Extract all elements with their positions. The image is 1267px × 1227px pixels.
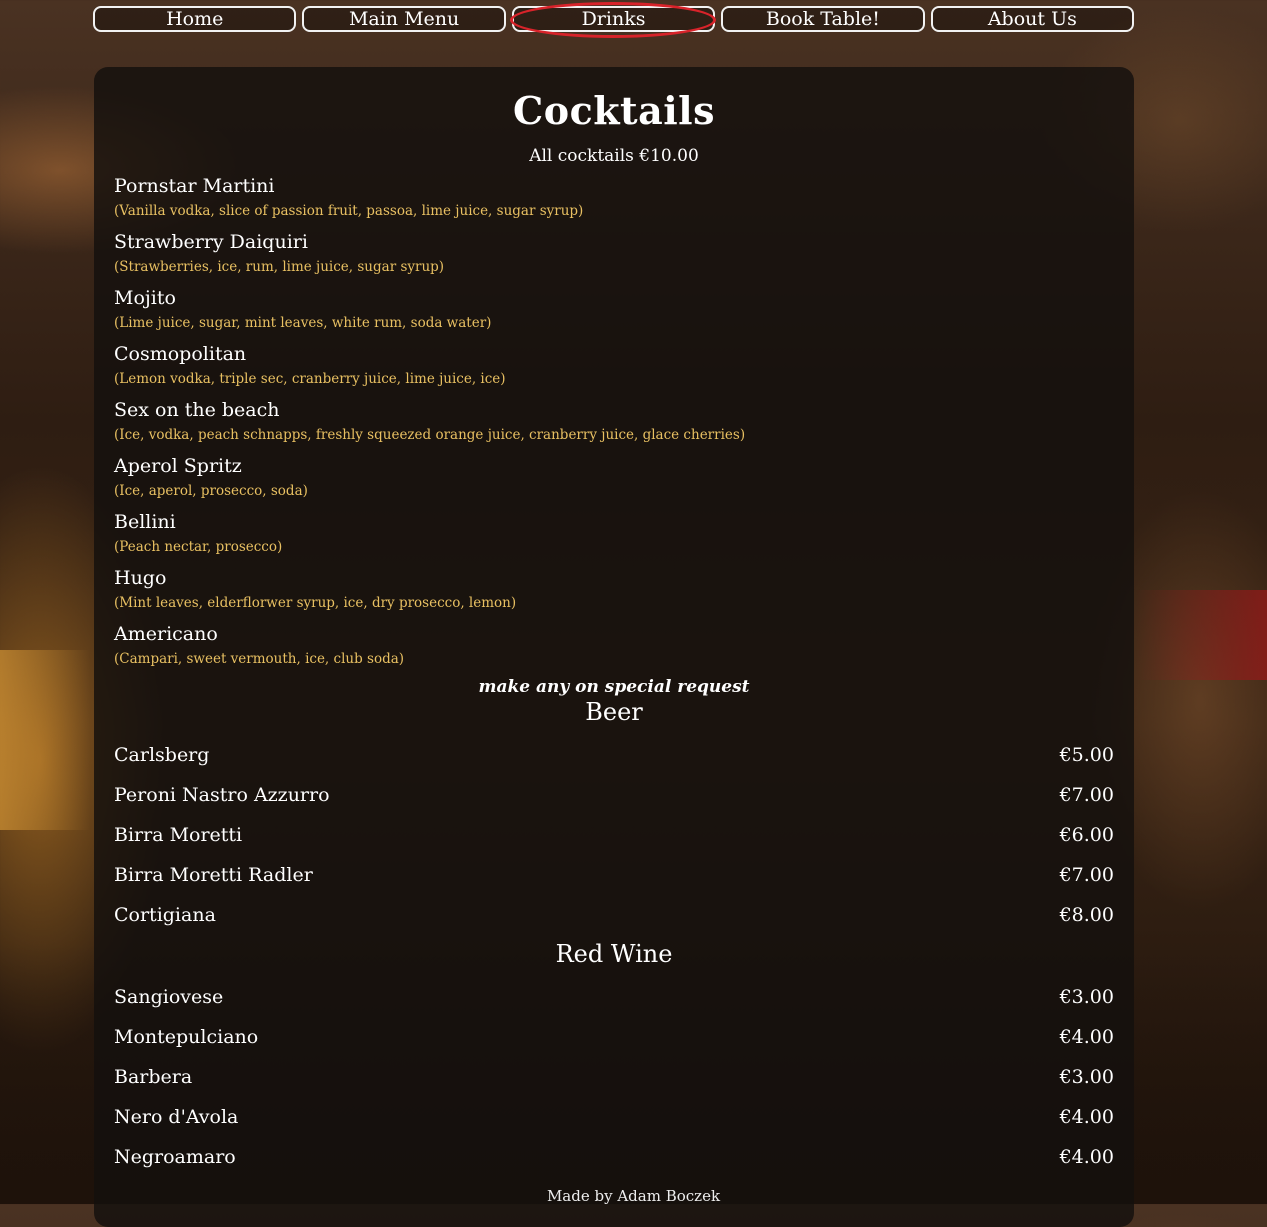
price-row: Peroni Nastro Azzurro €7.00: [114, 775, 1114, 815]
cocktail-ingredients: (Mint leaves, elderflorwer syrup, ice, d…: [114, 595, 517, 611]
nav-drinks-label: Drinks: [581, 8, 646, 30]
cocktail-name: Sex on the beach: [114, 399, 280, 421]
cocktail-item: Aperol Spritz (Ice, aperol, prosecco, sod…: [114, 453, 1114, 503]
cocktail-name: Bellini: [114, 511, 176, 533]
nav-home-button[interactable]: Home: [93, 6, 297, 32]
cocktail-item: Mojito (Lime juice, sugar, mint leaves, w…: [114, 285, 1114, 335]
price-row: Cortigiana €8.00: [114, 895, 1114, 935]
cocktail-item: Americano (Campari, sweet vermouth, ice, …: [114, 621, 1114, 671]
background-light-glow: [0, 650, 90, 830]
cocktail-name: Pornstar Martini: [114, 175, 275, 197]
price-row: Birra Moretti Radler €7.00: [114, 855, 1114, 895]
drinks-menu-panel: Cocktails All cocktails €10.00 Pornstar …: [94, 67, 1134, 1227]
drink-name: Birra Moretti Radler: [114, 864, 313, 886]
beer-title: Beer: [585, 698, 643, 726]
cocktail-item: Bellini (Peach nectar, prosecco): [114, 509, 1114, 559]
cocktail-item: Pornstar Martini (Vanilla vodka, slice of…: [114, 173, 1114, 223]
drink-name: Peroni Nastro Azzurro: [114, 784, 330, 806]
cocktail-item: Hugo (Mint leaves, elderflorwer syrup, ic…: [114, 565, 1114, 615]
cocktail-item: Strawberry Daiquiri (Strawberries, ice, r…: [114, 229, 1114, 279]
price-row: Nero d'Avola €4.00: [114, 1097, 1114, 1137]
red-wine-title: Red Wine: [555, 940, 673, 968]
drink-name: Montepulciano: [114, 1026, 259, 1048]
drink-name: Barbera: [114, 1066, 193, 1088]
cocktail-name: Mojito: [114, 287, 176, 309]
drink-price: €4.00: [1059, 1146, 1114, 1168]
cocktail-item: Cosmopolitan (Lemon vodka, triple sec, cr…: [114, 341, 1114, 391]
drink-name: Sangiovese: [114, 986, 224, 1008]
cocktail-ingredients: (Lime juice, sugar, mint leaves, white r…: [114, 315, 492, 331]
drink-price: €6.00: [1059, 824, 1114, 846]
cocktail-item: Sex on the beach (Ice, vodka, peach schna…: [114, 397, 1114, 447]
cocktails-price-note: All cocktails €10.00: [529, 146, 699, 166]
cocktails-title: Cocktails: [513, 88, 715, 133]
drink-name: Birra Moretti: [114, 824, 243, 846]
cocktail-ingredients: (Peach nectar, prosecco): [114, 539, 283, 555]
top-nav: Home Main Menu Drinks Book Table! About …: [93, 2, 1135, 38]
drink-price: €3.00: [1059, 1066, 1114, 1088]
cocktail-name: Strawberry Daiquiri: [114, 231, 308, 253]
nav-about-us-button[interactable]: About Us: [930, 6, 1135, 32]
price-row: Carlsberg €5.00: [114, 735, 1114, 775]
cocktail-ingredients: (Ice, vodka, peach schnapps, freshly squ…: [114, 427, 746, 443]
beer-list: Carlsberg €5.00 Peroni Nastro Azzurro €7.00…: [114, 735, 1114, 935]
cocktail-ingredients: (Lemon vodka, triple sec, cranberry juic…: [114, 371, 506, 387]
cocktail-ingredients: (Campari, sweet vermouth, ice, club soda…: [114, 651, 405, 667]
price-row: Barbera €3.00: [114, 1057, 1114, 1097]
cocktail-name: Cosmopolitan: [114, 343, 247, 365]
cocktail-ingredients: (Vanilla vodka, slice of passion fruit, …: [114, 203, 584, 219]
drink-price: €7.00: [1059, 864, 1114, 886]
cocktail-list: Pornstar Martini (Vanilla vodka, slice of…: [114, 173, 1114, 671]
special-request-note: make any on special request: [478, 677, 750, 697]
drink-price: €7.00: [1059, 784, 1114, 806]
drink-price: €8.00: [1059, 904, 1114, 926]
cocktail-name: Aperol Spritz: [114, 455, 242, 477]
price-row: Sangiovese €3.00: [114, 977, 1114, 1017]
cocktail-name: Hugo: [114, 567, 167, 589]
cocktail-ingredients: (Ice, aperol, prosecco, soda): [114, 483, 308, 499]
drink-price: €5.00: [1059, 744, 1114, 766]
drink-price: €3.00: [1059, 986, 1114, 1008]
nav-main-menu-button[interactable]: Main Menu: [302, 6, 506, 32]
footer-credit: Made by Adam Boczek: [546, 1187, 721, 1205]
price-row: Birra Moretti €6.00: [114, 815, 1114, 855]
price-row: Montepulciano €4.00: [114, 1017, 1114, 1057]
drink-name: Carlsberg: [114, 744, 210, 766]
drink-price: €4.00: [1059, 1026, 1114, 1048]
drink-name: Negroamaro: [114, 1146, 236, 1168]
drink-price: €4.00: [1059, 1106, 1114, 1128]
nav-book-table-button[interactable]: Book Table!: [721, 6, 925, 32]
nav-drinks-button[interactable]: Drinks: [509, 2, 716, 38]
drink-name: Nero d'Avola: [114, 1106, 239, 1128]
cocktail-ingredients: (Strawberries, ice, rum, lime juice, sug…: [114, 259, 445, 275]
drink-name: Cortigiana: [114, 904, 216, 926]
red-wine-list: Sangiovese €3.00 Montepulciano €4.00 Barbera…: [114, 977, 1114, 1177]
background-red-wall: [1134, 590, 1267, 680]
cocktail-name: Americano: [114, 623, 218, 645]
price-row: Negroamaro €4.00: [114, 1137, 1114, 1177]
